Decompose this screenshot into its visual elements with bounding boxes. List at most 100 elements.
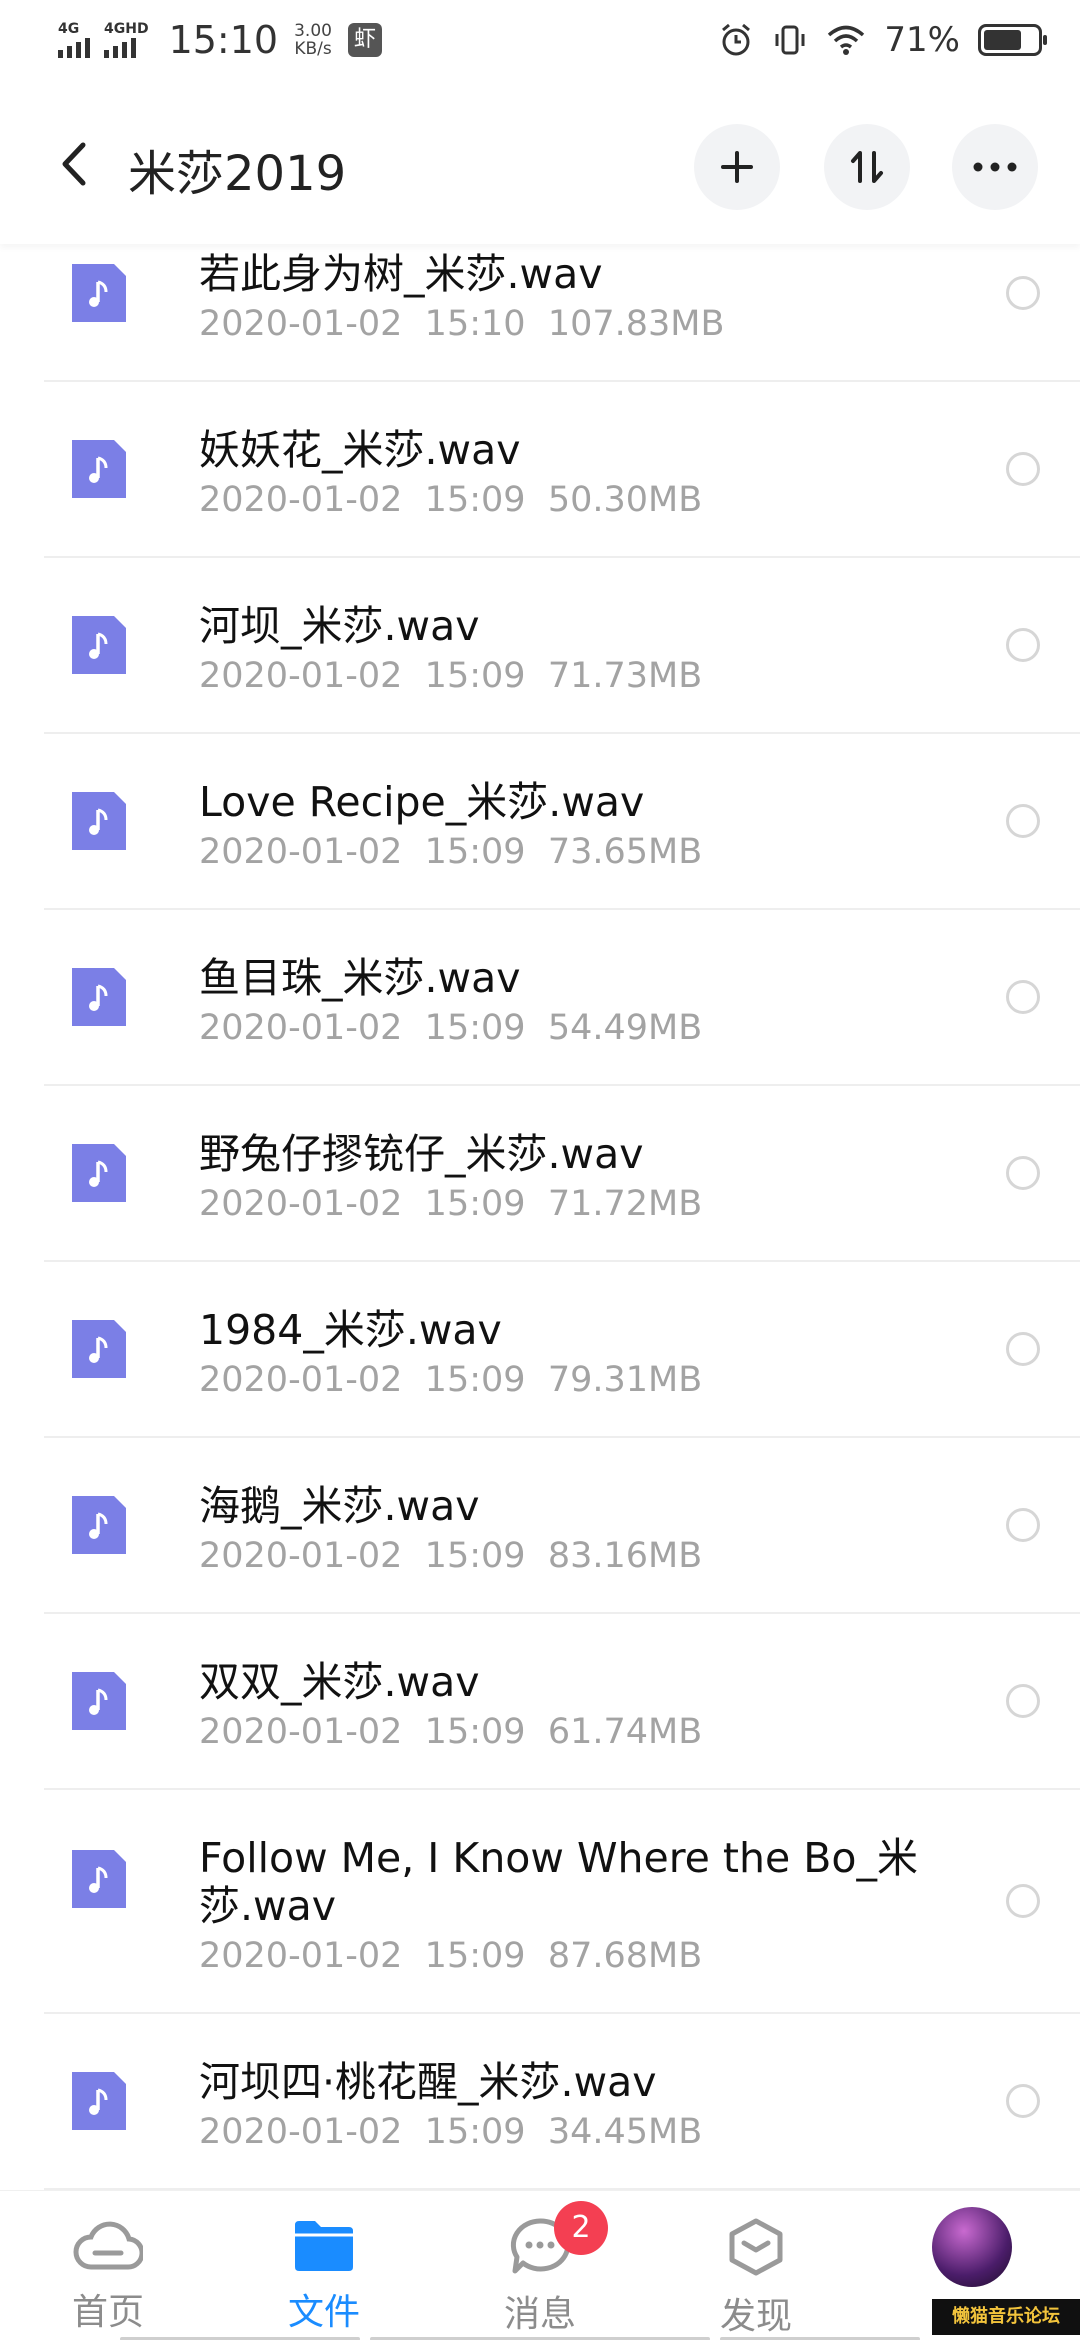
file-date: 2020-01-02 xyxy=(199,1936,403,1976)
folder-icon xyxy=(295,2221,353,2271)
network-speed-value: 3.00 xyxy=(294,21,332,41)
select-radio[interactable] xyxy=(1006,1508,1040,1542)
status-time: 15:10 xyxy=(168,18,279,62)
file-row[interactable]: Love Recipe_米莎.wav 2020-01-02 15:09 73.6… xyxy=(44,734,1080,910)
audio-file-icon xyxy=(72,792,126,850)
file-time: 15:09 xyxy=(424,1712,526,1752)
file-name: 妖妖花_米莎.wav xyxy=(199,426,521,474)
signal-bars-icon xyxy=(104,36,136,58)
file-row[interactable]: 河坝四·桃花醒_米莎.wav 2020-01-02 15:09 34.45MB xyxy=(44,2014,1080,2190)
status-bar: 4G 4GHD 15:10 3.00 KB/s 虾 71% xyxy=(0,0,1080,84)
file-time: 15:09 xyxy=(424,1936,526,1976)
file-size: 71.72MB xyxy=(547,1184,703,1224)
file-time: 15:09 xyxy=(424,2112,526,2152)
file-time: 15:10 xyxy=(424,304,526,344)
file-name: 野兔仔摎铳仔_米莎.wav xyxy=(199,1130,644,1178)
file-name: 河坝_米莎.wav xyxy=(199,602,480,650)
file-time: 15:09 xyxy=(424,1184,526,1224)
select-radio[interactable] xyxy=(1006,1156,1040,1190)
file-date: 2020-01-02 xyxy=(199,480,403,520)
file-date: 2020-01-02 xyxy=(199,1360,403,1400)
file-name: 若此身为树_米莎.wav xyxy=(199,250,603,298)
file-time: 15:09 xyxy=(424,656,526,696)
file-meta: 2020-01-02 15:09 61.74MB xyxy=(199,1712,702,1752)
file-time: 15:09 xyxy=(424,1008,526,1048)
select-radio[interactable] xyxy=(1006,1332,1040,1366)
file-size: 71.73MB xyxy=(547,656,703,696)
select-radio[interactable] xyxy=(1006,452,1040,486)
select-radio[interactable] xyxy=(1006,980,1040,1014)
nav-files[interactable]: 文件 xyxy=(254,2217,394,2335)
file-name: 河坝四·桃花醒_米莎.wav xyxy=(199,2058,657,2106)
nav-home[interactable]: 首页 xyxy=(38,2217,178,2335)
select-radio[interactable] xyxy=(1006,2084,1040,2118)
add-button[interactable] xyxy=(694,124,780,210)
file-name: Follow Me, I Know Where the Bo_米莎.wav xyxy=(199,1834,918,1930)
file-name: 海鹅_米莎.wav xyxy=(199,1482,480,1530)
file-row[interactable]: 河坝_米莎.wav 2020-01-02 15:09 71.73MB xyxy=(44,558,1080,734)
audio-file-icon xyxy=(72,1320,126,1378)
file-date: 2020-01-02 xyxy=(199,1184,403,1224)
back-icon xyxy=(62,142,86,186)
select-radio[interactable] xyxy=(1006,804,1040,838)
nav-label: 发现 xyxy=(719,2296,792,2337)
file-size: 83.16MB xyxy=(547,1536,703,1576)
file-row[interactable]: 若此身为树_米莎.wav 2020-01-02 15:10 107.83MB xyxy=(44,244,1080,382)
file-meta: 2020-01-02 15:09 71.72MB xyxy=(199,1184,702,1224)
nav-discover[interactable]: 发现 xyxy=(686,2217,826,2339)
battery-level xyxy=(984,30,1021,50)
more-icon xyxy=(973,162,1017,172)
nav-label: 消息 xyxy=(503,2294,576,2335)
file-size: 34.45MB xyxy=(547,2112,703,2152)
file-size: 87.68MB xyxy=(547,1936,703,1976)
file-meta: 2020-01-02 15:09 71.73MB xyxy=(199,656,702,696)
audio-file-icon xyxy=(72,440,126,498)
file-name: 双双_米莎.wav xyxy=(199,1658,480,1706)
file-time: 15:09 xyxy=(424,1360,526,1400)
select-radio[interactable] xyxy=(1006,276,1040,310)
file-time: 15:09 xyxy=(424,832,526,872)
nav-messages[interactable]: 2 消息 xyxy=(470,2201,610,2337)
signal-2: 4GHD xyxy=(104,22,149,58)
file-row[interactable]: 野兔仔摎铳仔_米莎.wav 2020-01-02 15:09 71.72MB xyxy=(44,1086,1080,1262)
nav-label: 首页 xyxy=(71,2292,144,2333)
back-button[interactable] xyxy=(44,124,104,204)
audio-file-icon xyxy=(72,1850,126,1908)
file-size: 107.83MB xyxy=(547,304,725,344)
network-speed: 3.00 KB/s xyxy=(294,22,332,58)
bottom-navigation: 首页 文件 2 消息 发现 懒猫音乐论坛 xyxy=(0,2190,1080,2340)
signal-bars-icon xyxy=(58,36,90,58)
audio-file-icon xyxy=(72,264,126,322)
select-radio[interactable] xyxy=(1006,1884,1040,1918)
file-meta: 2020-01-02 15:09 73.65MB xyxy=(199,832,702,872)
file-size: 73.65MB xyxy=(547,832,703,872)
sort-icon xyxy=(851,151,883,183)
file-size: 61.74MB xyxy=(547,1712,703,1752)
file-row[interactable]: 妖妖花_米莎.wav 2020-01-02 15:09 50.30MB xyxy=(44,382,1080,558)
file-meta: 2020-01-02 15:09 34.45MB xyxy=(199,2112,702,2152)
cloud-icon xyxy=(73,2221,145,2270)
network-speed-unit: KB/s xyxy=(294,39,332,59)
select-radio[interactable] xyxy=(1006,1684,1040,1718)
battery-percentage: 71% xyxy=(884,20,960,60)
user-avatar[interactable] xyxy=(932,2207,1012,2287)
audio-file-icon xyxy=(72,1496,126,1554)
file-date: 2020-01-02 xyxy=(199,1008,403,1048)
file-name: 1984_米莎.wav xyxy=(199,1306,502,1354)
file-row[interactable]: Follow Me, I Know Where the Bo_米莎.wav 20… xyxy=(44,1790,1080,2014)
select-radio[interactable] xyxy=(1006,628,1040,662)
file-name: Love Recipe_米莎.wav xyxy=(199,778,645,826)
file-date: 2020-01-02 xyxy=(199,656,403,696)
more-button[interactable] xyxy=(952,124,1038,210)
sort-button[interactable] xyxy=(824,124,910,210)
audio-file-icon xyxy=(72,968,126,1026)
audio-file-icon xyxy=(72,1144,126,1202)
file-row[interactable]: 鱼目珠_米莎.wav 2020-01-02 15:09 54.49MB xyxy=(44,910,1080,1086)
unread-badge: 2 xyxy=(554,2201,608,2255)
file-row[interactable]: 双双_米莎.wav 2020-01-02 15:09 61.74MB xyxy=(44,1614,1080,1790)
file-row[interactable]: 海鹅_米莎.wav 2020-01-02 15:09 83.16MB xyxy=(44,1438,1080,1614)
file-row[interactable]: 1984_米莎.wav 2020-01-02 15:09 79.31MB xyxy=(44,1262,1080,1438)
network-type-1: 4G xyxy=(58,21,80,37)
network-type-2: 4GHD xyxy=(104,21,149,37)
file-meta: 2020-01-02 15:10 107.83MB xyxy=(199,304,725,344)
